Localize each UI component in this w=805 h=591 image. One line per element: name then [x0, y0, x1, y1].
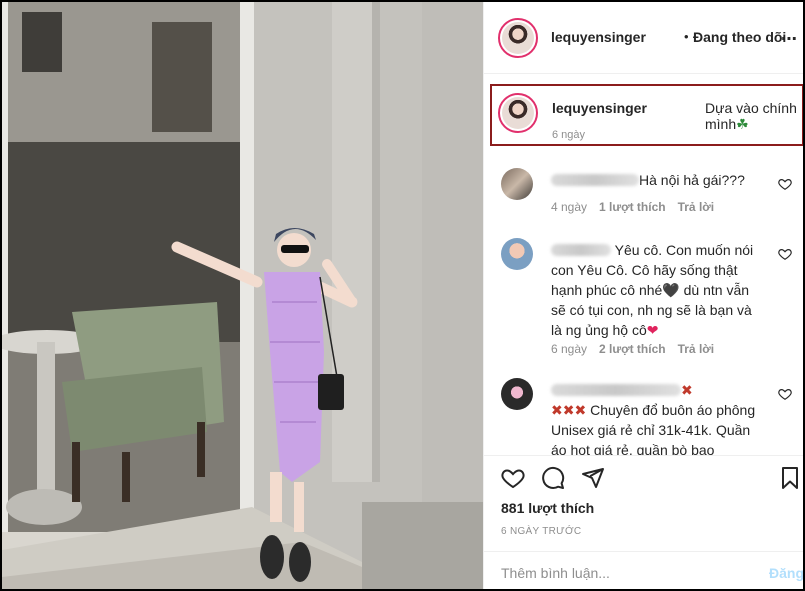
blurred-username[interactable]: [551, 174, 639, 186]
caption-time[interactable]: 6 ngày: [552, 129, 585, 141]
like-count[interactable]: 881 lượt thích: [501, 500, 594, 516]
comment-text: ✖ ✖✖✖ Chuyên đổ buôn áo phông Unisex giá…: [551, 382, 756, 458]
comment-like-icon[interactable]: [778, 177, 792, 191]
caption-block: lequyensinger Dựa vào chính mình☘ 6 ngày: [490, 84, 803, 146]
reply-button[interactable]: Trả lời: [678, 342, 715, 356]
post-side-panel: lequyensinger • Đang theo dõi ⋯ lequyens…: [483, 2, 803, 589]
comment-time[interactable]: 4 ngày: [551, 200, 587, 214]
comment-bubble-icon[interactable]: [541, 466, 565, 490]
cross-marks: ✖✖✖: [551, 402, 587, 418]
post-timestamp[interactable]: 6 NGÀY TRƯỚC: [501, 526, 581, 537]
post-comment-button[interactable]: Đăng: [769, 565, 803, 581]
comment-like-icon[interactable]: [778, 387, 792, 401]
bookmark-icon[interactable]: [780, 466, 800, 490]
comment-text: Hà nội hả gái???: [551, 170, 761, 190]
comment-like-icon[interactable]: [778, 247, 792, 261]
author-username[interactable]: lequyensinger: [551, 29, 646, 45]
caption-avatar[interactable]: [498, 93, 538, 133]
post-actions: 881 lượt thích 6 NGÀY TRƯỚC Thêm bình lu…: [484, 455, 803, 589]
comment-likes[interactable]: 1 lượt thích: [599, 200, 666, 214]
author-avatar[interactable]: [498, 18, 538, 58]
commenter-avatar[interactable]: [501, 168, 533, 200]
post-frame: lequyensinger • Đang theo dõi ⋯ lequyens…: [0, 0, 805, 591]
comment-meta: 6 ngày 2 lượt thích Trả lời: [551, 342, 714, 356]
red-heart-icon: ❤: [646, 322, 659, 338]
comment-meta: 4 ngày 1 lượt thích Trả lời: [551, 200, 714, 214]
separator-dot: •: [684, 29, 689, 44]
post-photo[interactable]: [2, 2, 483, 589]
heart-outline-icon[interactable]: [501, 466, 525, 490]
follow-status[interactable]: Đang theo dõi: [693, 29, 786, 45]
photo-illustration: [2, 2, 483, 589]
comment-input[interactable]: Thêm bình luận...: [501, 565, 610, 581]
post-header: lequyensinger • Đang theo dõi ⋯: [484, 2, 803, 74]
reply-button[interactable]: Trả lời: [678, 200, 715, 214]
blurred-username[interactable]: [551, 244, 611, 256]
comment-likes[interactable]: 2 lượt thích: [599, 342, 666, 356]
clover-icon: ☘: [736, 116, 749, 132]
caption-text: Dựa vào chính mình☘: [705, 100, 797, 132]
commenter-avatar[interactable]: [501, 238, 533, 270]
send-icon[interactable]: [581, 466, 605, 490]
add-comment-bar: Thêm bình luận... Đăng: [484, 551, 803, 589]
cross-mark-icon: ✖: [681, 382, 693, 398]
comment-text: Yêu cô. Con muốn nói con Yêu Cô. Cô hãy …: [551, 242, 754, 338]
commenter-avatar[interactable]: [501, 378, 533, 410]
more-horizontal-icon[interactable]: ⋯: [781, 29, 798, 49]
comment-time[interactable]: 6 ngày: [551, 342, 587, 356]
caption-username[interactable]: lequyensinger: [552, 100, 647, 116]
blurred-username[interactable]: [551, 384, 681, 396]
